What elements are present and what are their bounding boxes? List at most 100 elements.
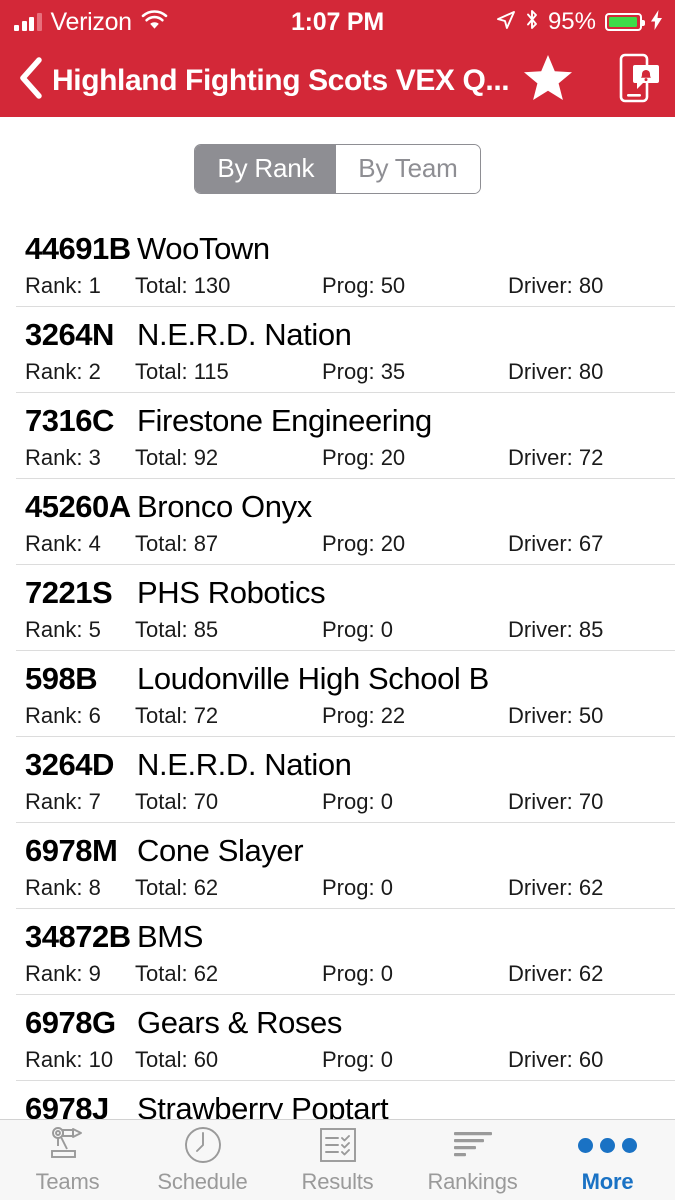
stat-total: Total: 72 <box>135 703 219 728</box>
row-header: 3264D N.E.R.D. Nation <box>0 736 675 783</box>
row-stats: Rank: 7 Total: 70 Prog: 0 Driver: 70 <box>0 789 675 819</box>
checklist-icon <box>317 1125 359 1165</box>
stat-total: Total: 62 <box>135 875 219 900</box>
table-row[interactable]: 34872B BMS Rank: 9 Total: 62 Prog: 0 Driver: … <box>0 908 675 994</box>
table-row[interactable]: 6978J Strawberry Poptart <box>0 1080 675 1119</box>
tab-label-more: More <box>581 1169 634 1194</box>
stat-prog: Prog: 35 <box>322 359 406 384</box>
stat-total: Total: 60 <box>135 1047 219 1072</box>
team-number: 6978M <box>25 833 118 868</box>
team-name: Strawberry Poptart <box>137 1091 389 1119</box>
row-stats: Rank: 4 Total: 87 Prog: 20 Driver: 67 <box>0 531 675 561</box>
tab-label-rankings: Rankings <box>427 1169 518 1194</box>
row-header: 6978M Cone Slayer <box>0 822 675 869</box>
tab-teams[interactable]: Teams <box>0 1120 135 1200</box>
view-mode-segmented-control[interactable]: By Rank By Team <box>194 143 481 194</box>
team-number: 7221S <box>25 575 113 610</box>
navigation-bar: Highland Fighting Scots VEX Q... <box>0 44 675 117</box>
team-name: Bronco Onyx <box>137 489 312 524</box>
table-row[interactable]: 3264N N.E.R.D. Nation Rank: 2 Total: 115 Pro… <box>0 306 675 392</box>
stat-rank: Rank: 4 <box>25 531 101 556</box>
stat-total: Total: 85 <box>135 617 219 642</box>
row-header: 34872B BMS <box>0 908 675 955</box>
team-number: 45260A <box>25 489 131 524</box>
stat-driver: Driver: 80 <box>508 359 604 384</box>
back-chevron-icon <box>18 57 44 104</box>
tab-schedule[interactable]: Schedule <box>135 1120 270 1200</box>
stat-prog: Prog: 0 <box>322 1047 393 1072</box>
team-name: Loudonville High School B <box>137 661 489 696</box>
favorite-button[interactable] <box>523 54 573 107</box>
stat-driver: Driver: 60 <box>508 1047 604 1072</box>
stat-rank: Rank: 8 <box>25 875 101 900</box>
stat-rank: Rank: 5 <box>25 617 101 642</box>
team-name: Firestone Engineering <box>137 403 432 438</box>
team-number: 6978G <box>25 1005 116 1040</box>
row-stats: Rank: 5 Total: 85 Prog: 0 Driver: 85 <box>0 617 675 647</box>
segment-by-team[interactable]: By Team <box>336 144 480 193</box>
table-row[interactable]: 598B Loudonville High School B Rank: 6 Tota… <box>0 650 675 736</box>
row-header: 6978G Gears & Roses <box>0 994 675 1041</box>
stat-driver: Driver: 85 <box>508 617 604 642</box>
status-bar: Verizon 1:07 PM 95% <box>0 0 675 44</box>
team-name: Gears & Roses <box>137 1005 342 1040</box>
row-header: 7316C Firestone Engineering <box>0 392 675 439</box>
stat-prog: Prog: 20 <box>322 531 406 556</box>
three-dots-icon <box>578 1125 637 1165</box>
tab-label-teams: Teams <box>35 1169 100 1194</box>
stat-prog: Prog: 0 <box>322 961 393 986</box>
table-row[interactable]: 7221S PHS Robotics Rank: 5 Total: 85 Prog: 0… <box>0 564 675 650</box>
team-number: 598B <box>25 661 98 696</box>
row-header: 44691B WooTown <box>0 220 675 267</box>
team-name: PHS Robotics <box>137 575 326 610</box>
rankings-list[interactable]: 44691B WooTown Rank: 1 Total: 130 Prog: 50 Dr… <box>0 220 675 1119</box>
team-number: 34872B <box>25 919 131 954</box>
clock-label: 1:07 PM <box>290 7 385 36</box>
stat-rank: Rank: 9 <box>25 961 101 986</box>
table-row[interactable]: 45260A Bronco Onyx Rank: 4 Total: 87 Prog: 2… <box>0 478 675 564</box>
stat-rank: Rank: 7 <box>25 789 101 814</box>
stat-driver: Driver: 72 <box>508 445 604 470</box>
table-row[interactable]: 7316C Firestone Engineering Rank: 3 Total: … <box>0 392 675 478</box>
stat-rank: Rank: 2 <box>25 359 101 384</box>
stat-driver: Driver: 50 <box>508 703 604 728</box>
row-stats: Rank: 2 Total: 115 Prog: 35 Driver: 80 <box>0 359 675 389</box>
stat-driver: Driver: 62 <box>508 961 604 986</box>
stat-rank: Rank: 1 <box>25 273 101 298</box>
row-header: 598B Loudonville High School B <box>0 650 675 697</box>
row-header: 7221S PHS Robotics <box>0 564 675 611</box>
row-header: 6978J Strawberry Poptart <box>0 1080 675 1119</box>
stat-prog: Prog: 50 <box>322 273 406 298</box>
table-row[interactable]: 6978M Cone Slayer Rank: 8 Total: 62 Prog: 0 D… <box>0 822 675 908</box>
row-header: 45260A Bronco Onyx <box>0 478 675 525</box>
tab-results[interactable]: Results <box>270 1120 405 1200</box>
stat-total: Total: 130 <box>135 273 231 298</box>
stat-rank: Rank: 6 <box>25 703 101 728</box>
team-name: Cone Slayer <box>137 833 304 868</box>
stat-prog: Prog: 0 <box>322 617 393 642</box>
team-name: BMS <box>137 919 203 954</box>
tab-bar: Teams Schedule Results Rankings More <box>0 1119 675 1200</box>
stat-total: Total: 92 <box>135 445 219 470</box>
team-number: 3264D <box>25 747 114 782</box>
stat-rank: Rank: 10 <box>25 1047 114 1072</box>
stat-driver: Driver: 67 <box>508 531 604 556</box>
segmented-control-container: By Rank By Team <box>0 117 675 220</box>
bar-list-icon <box>451 1125 495 1165</box>
team-number: 44691B <box>25 231 131 266</box>
row-stats: Rank: 3 Total: 92 Prog: 20 Driver: 72 <box>0 445 675 475</box>
team-name: WooTown <box>137 231 270 266</box>
row-stats: Rank: 6 Total: 72 Prog: 22 Driver: 50 <box>0 703 675 733</box>
row-stats: Rank: 1 Total: 130 Prog: 50 Driver: 80 <box>0 273 675 303</box>
robot-arm-icon <box>45 1125 91 1165</box>
table-row[interactable]: 44691B WooTown Rank: 1 Total: 130 Prog: 50 Dr… <box>0 220 675 306</box>
team-number: 6978J <box>25 1091 109 1119</box>
table-row[interactable]: 6978G Gears & Roses Rank: 10 Total: 60 Prog:… <box>0 994 675 1080</box>
tab-more[interactable]: More <box>540 1120 675 1200</box>
tab-rankings[interactable]: Rankings <box>405 1120 540 1200</box>
stat-prog: Prog: 20 <box>322 445 406 470</box>
segment-by-rank[interactable]: By Rank <box>195 144 337 193</box>
notification-settings-button[interactable] <box>619 53 661 108</box>
table-row[interactable]: 3264D N.E.R.D. Nation Rank: 7 Total: 70 Prog… <box>0 736 675 822</box>
back-button[interactable] <box>12 57 50 104</box>
